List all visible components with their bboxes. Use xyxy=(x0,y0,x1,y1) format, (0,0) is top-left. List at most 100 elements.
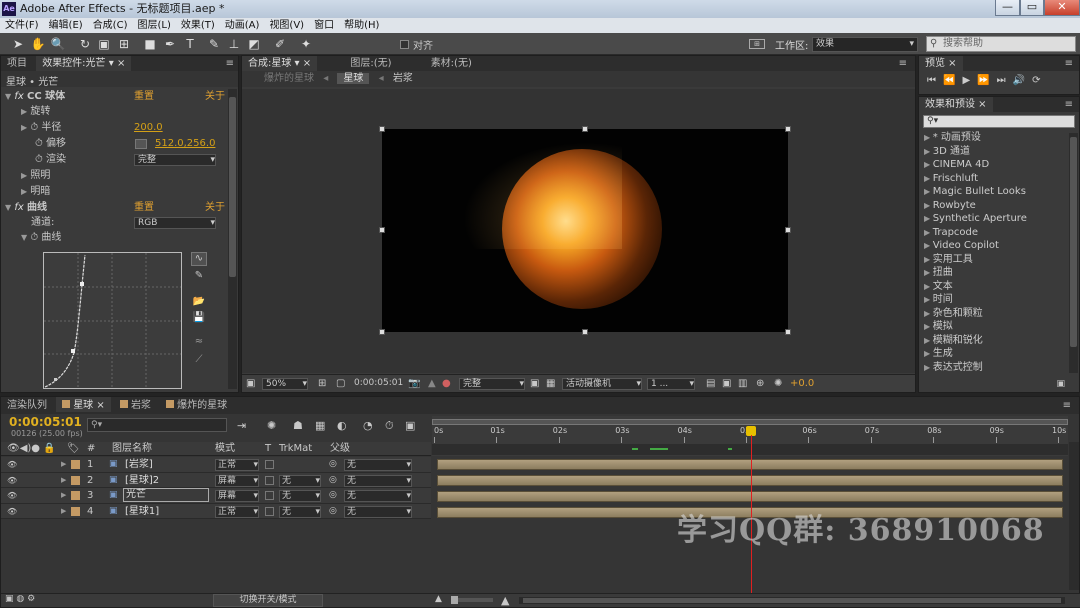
mask-visibility-icon[interactable]: ▢ xyxy=(336,378,345,389)
collapse-triangle-icon[interactable]: ▶ xyxy=(924,174,933,183)
menu-animation[interactable]: 动画(A) xyxy=(220,18,265,33)
eye-icon[interactable]: 👁 xyxy=(7,457,17,473)
resolution-select[interactable]: 完整 ▾ xyxy=(459,378,525,390)
fx-icon[interactable]: fx xyxy=(14,202,23,213)
transform-handle[interactable] xyxy=(785,329,791,335)
pick-whip-icon[interactable]: ◎ xyxy=(329,488,337,504)
layer-row[interactable]: 👁 ▶ 1 ▣ [岩浆] 正常 ▾ ◎ 无 ▾ xyxy=(1,457,431,473)
curves-about-link[interactable]: 关于 xyxy=(205,200,225,216)
loop-icon[interactable]: ⟳ xyxy=(1032,75,1047,86)
panel-menu-icon[interactable]: ≡ xyxy=(1063,397,1071,414)
collapse-triangle-icon[interactable]: ▶ xyxy=(61,473,66,489)
stopwatch-icon[interactable]: ⏱ xyxy=(30,122,38,133)
nav-item[interactable]: 岩浆 xyxy=(393,73,413,84)
layer-mode-select[interactable]: 屏幕 ▾ xyxy=(215,490,259,502)
timeline-zoom-slider[interactable] xyxy=(451,596,493,604)
stopwatch-icon[interactable]: ⏱ xyxy=(30,232,38,243)
collapse-triangle-icon[interactable]: ▶ xyxy=(924,295,933,304)
offset-value[interactable]: 512.0,256.0 xyxy=(155,136,215,152)
camera-tool-icon[interactable]: ▣ xyxy=(96,36,112,52)
layer-parent-select[interactable]: 无 ▾ xyxy=(344,474,412,487)
collapse-triangle-icon[interactable]: ▶ xyxy=(924,214,933,223)
toggle-pixel-aspect-icon[interactable]: ▤ xyxy=(706,378,715,389)
tab-timeline-planet[interactable]: 星球 × xyxy=(56,397,111,412)
effects-category-item[interactable]: ▶ 实用工具 xyxy=(924,253,1079,267)
comp-settings-icon[interactable]: ▣ ◍ ⚙ xyxy=(5,594,35,604)
layer-trkmat-select[interactable]: 无 ▾ xyxy=(279,505,321,518)
toggle-switches-modes-button[interactable]: 切换开关/模式 xyxy=(213,594,323,607)
mask-tool-icon[interactable]: ■ xyxy=(142,36,158,52)
menu-layer[interactable]: 图层(L) xyxy=(132,18,175,33)
timeline-scrollbar[interactable] xyxy=(1069,442,1079,590)
cc-sphere-effect-row[interactable]: ▼ fx CC 球体 重置 关于 xyxy=(5,89,227,105)
effects-scrollbar[interactable] xyxy=(1069,133,1078,373)
menu-edit[interactable]: 编辑(E) xyxy=(44,18,88,33)
tab-project[interactable]: 项目 xyxy=(1,56,33,71)
effect-controls-scrollbar[interactable] xyxy=(228,89,237,389)
transform-handle[interactable] xyxy=(379,227,385,233)
layer-trkmat-select[interactable]: 无 ▾ xyxy=(279,474,321,487)
channel-select[interactable]: RGB ▾ xyxy=(134,217,216,229)
comp-timecode[interactable]: 0:00:05:01 xyxy=(354,378,403,388)
draft-3d-icon[interactable]: ✺ xyxy=(267,419,276,432)
reset-curve-icon[interactable]: ⟋ xyxy=(191,354,207,368)
menu-window[interactable]: 窗口 xyxy=(309,18,339,33)
clone-stamp-tool-icon[interactable]: ⊥ xyxy=(226,36,242,52)
collapse-triangle-icon[interactable]: ▶ xyxy=(924,255,933,264)
zoom-in-icon[interactable]: ▲ xyxy=(501,594,509,607)
last-frame-icon[interactable]: ⏭ xyxy=(997,75,1013,86)
bezier-curve-icon[interactable]: ∿ xyxy=(191,252,207,266)
expand-triangle-icon[interactable]: ▼ xyxy=(5,203,11,212)
effects-category-item[interactable]: ▶ 模拟 xyxy=(924,320,1079,334)
eye-icon[interactable]: 👁 xyxy=(7,473,17,489)
layer-parent-select[interactable]: 无 ▾ xyxy=(344,490,412,502)
audio-icon[interactable]: 🔊 xyxy=(1013,75,1032,86)
effects-search-input[interactable]: ⚲▾ xyxy=(923,115,1075,128)
effects-category-item[interactable]: ▶ 表达式控制 xyxy=(924,361,1079,375)
new-preset-icon[interactable]: ▣ xyxy=(1056,379,1065,389)
puppet-tool-icon[interactable]: ✦ xyxy=(298,36,314,52)
stopwatch-icon[interactable]: ⏱ xyxy=(35,138,43,149)
crosshair-point-icon[interactable] xyxy=(135,139,147,149)
snapshot-icon[interactable]: 📷 xyxy=(408,378,420,389)
label-color-swatch[interactable] xyxy=(71,475,80,485)
smooth-icon[interactable]: ≈ xyxy=(191,336,207,350)
always-preview-icon[interactable]: ▣ xyxy=(246,378,255,389)
channel-icon[interactable]: ● xyxy=(442,378,451,389)
timeline-horizontal-scrollbar[interactable] xyxy=(519,597,1065,604)
nav-item[interactable]: 爆炸的星球 xyxy=(264,73,314,84)
rotation-group[interactable]: ▶ 旋转 xyxy=(21,104,50,120)
pen-tool-icon[interactable]: ✒ xyxy=(162,36,178,52)
collapse-triangle-icon[interactable]: ▶ xyxy=(924,309,933,318)
transform-handle[interactable] xyxy=(379,329,385,335)
tab-preview[interactable]: 预览 × xyxy=(919,56,963,71)
scrollbar-thumb[interactable] xyxy=(229,97,236,277)
panel-menu-icon[interactable]: ≡ xyxy=(226,56,234,71)
curves-graph[interactable] xyxy=(43,252,182,389)
brainstorm-icon[interactable]: ▣ xyxy=(405,419,415,432)
fast-previews-icon[interactable]: ▣ xyxy=(722,378,731,389)
collapse-triangle-icon[interactable]: ▶ xyxy=(924,363,933,372)
collapse-triangle-icon[interactable]: ▶ xyxy=(61,488,66,504)
roto-brush-tool-icon[interactable]: ✐ xyxy=(272,36,288,52)
av-features-icon[interactable]: 👁◀)● 🔒 xyxy=(7,442,56,456)
menu-view[interactable]: 视图(V) xyxy=(264,18,309,33)
transform-handle[interactable] xyxy=(582,126,588,132)
label-color-swatch[interactable] xyxy=(71,506,80,516)
flowchart-icon[interactable]: ⊕ xyxy=(756,378,764,389)
menu-effect[interactable]: 效果(T) xyxy=(176,18,220,33)
panel-menu-icon[interactable]: ≡ xyxy=(1065,56,1073,71)
text-tool-icon[interactable]: T xyxy=(182,36,198,52)
effects-category-item[interactable]: ▶ Magic Bullet Looks xyxy=(924,185,1079,199)
effects-category-item[interactable]: ▶ 生成 xyxy=(924,347,1079,361)
workspace-select[interactable]: 效果 ▾ xyxy=(812,37,918,52)
curve-point[interactable] xyxy=(54,378,57,381)
tab-effects-presets[interactable]: 效果和预设 × xyxy=(919,97,993,112)
composition-viewer[interactable] xyxy=(242,89,915,373)
cc-sphere-reset-link[interactable]: 重置 xyxy=(134,89,154,105)
layer-name[interactable]: [岩浆] xyxy=(125,457,153,473)
effects-category-item[interactable]: ▶ 3D 通道 xyxy=(924,145,1079,159)
transform-handle[interactable] xyxy=(582,329,588,335)
workspace-icon[interactable]: ⊞ xyxy=(749,39,765,49)
effects-category-item[interactable]: ▶ Video Copilot xyxy=(924,239,1079,253)
